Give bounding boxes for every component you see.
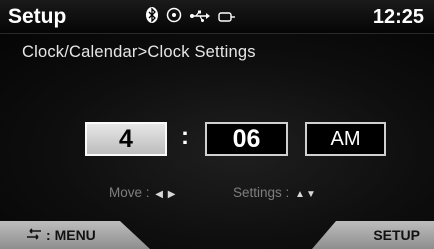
top-bar: Setup 12:25 bbox=[0, 0, 434, 34]
page-title: Setup bbox=[8, 5, 67, 28]
clock: 12:25 bbox=[372, 6, 424, 28]
left-right-arrows-icon: ◀ ▶ bbox=[155, 189, 177, 200]
up-down-arrows-icon: ▲▼ bbox=[295, 189, 317, 200]
menu-button-prefix: : bbox=[46, 227, 51, 243]
minute-field[interactable]: 06 bbox=[205, 122, 288, 156]
ampm-field[interactable]: AM bbox=[305, 122, 386, 156]
disc-icon bbox=[166, 7, 182, 27]
main-panel: Clock/Calendar>Clock Settings 4 : 06 AM … bbox=[0, 34, 434, 249]
menu-button-label: MENU bbox=[54, 227, 96, 243]
bluetooth-icon bbox=[146, 7, 158, 27]
setup-button-label: SETUP bbox=[373, 227, 420, 243]
settings-hint-label: Settings : bbox=[233, 185, 290, 200]
breadcrumb: Clock/Calendar>Clock Settings bbox=[22, 43, 256, 61]
move-hint-label: Move : bbox=[109, 185, 150, 200]
hour-field[interactable]: 4 bbox=[85, 122, 167, 156]
settings-hint: Settings : ▲▼ bbox=[233, 185, 317, 200]
aux-icon bbox=[218, 8, 236, 27]
usb-icon bbox=[190, 8, 210, 27]
back-arrow-icon bbox=[26, 227, 42, 243]
time-separator: : bbox=[181, 123, 189, 150]
move-hint: Move : ◀ ▶ bbox=[109, 185, 176, 200]
status-icons bbox=[146, 7, 236, 27]
